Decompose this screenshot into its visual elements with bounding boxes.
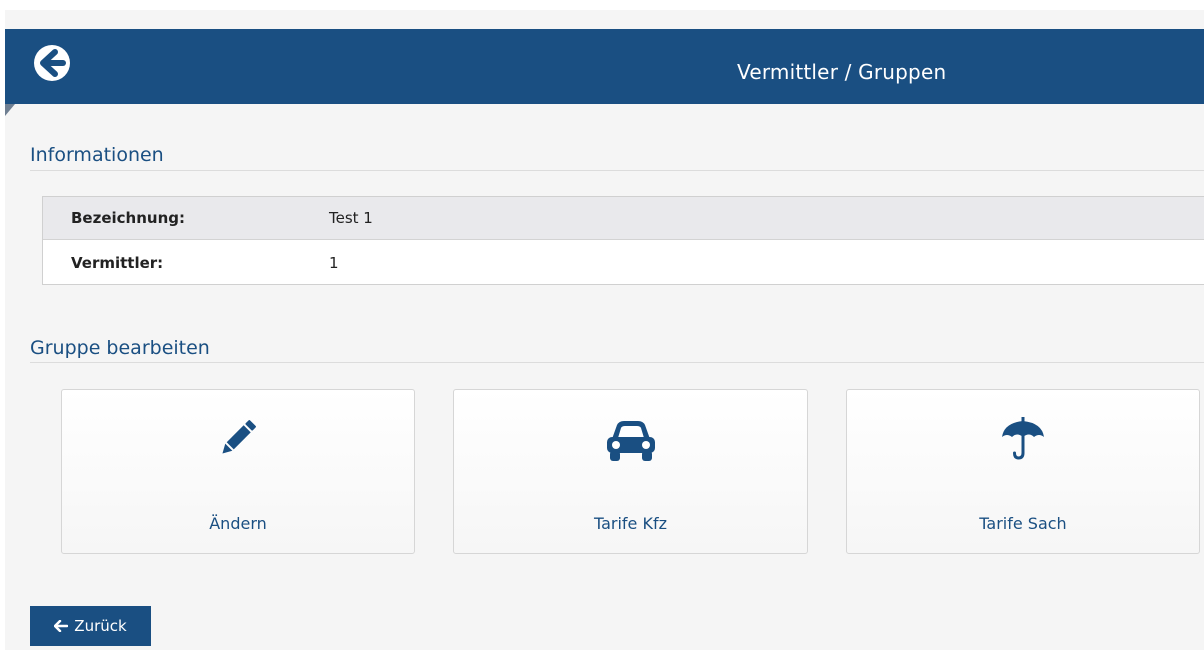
page-frame [5,10,1204,650]
edit-section-title: Gruppe bearbeiten [30,337,210,359]
header-bar [5,29,1204,104]
tile-aendern[interactable]: Ändern [61,389,415,554]
info-section-title: Informationen [30,144,164,166]
umbrella-icon [998,415,1048,469]
arrow-circle-left-icon [34,45,70,81]
header-back-button[interactable] [30,43,75,83]
arrow-left-icon [54,620,69,632]
info-label-bezeichnung: Bezeichnung: [71,209,185,227]
info-table: Bezeichnung: Test 1 Vermittler: 1 [42,196,1204,285]
tile-tarife-kfz[interactable]: Tarife Kfz [453,389,808,554]
car-icon [599,415,663,469]
info-label-vermittler: Vermittler: [71,253,164,272]
page-title: Vermittler / Gruppen [737,60,947,84]
tile-label: Tarife Kfz [593,514,668,533]
tile-label: Tarife Sach [979,514,1067,533]
info-row: Vermittler: 1 [43,241,1204,284]
info-value-bezeichnung: Test 1 [329,209,373,227]
zurueck-label: Zurück [74,617,127,635]
edit-section-divider [30,362,1204,363]
info-row: Bezeichnung: Test 1 [43,197,1204,240]
pencil-icon [215,415,261,465]
info-section-divider [30,170,1204,171]
header-fold [5,104,15,116]
tile-tarife-sach[interactable]: Tarife Sach [846,389,1200,554]
info-value-vermittler: 1 [329,253,339,272]
tile-label: Ändern [209,514,267,533]
zurueck-button[interactable]: Zurück [30,606,151,646]
